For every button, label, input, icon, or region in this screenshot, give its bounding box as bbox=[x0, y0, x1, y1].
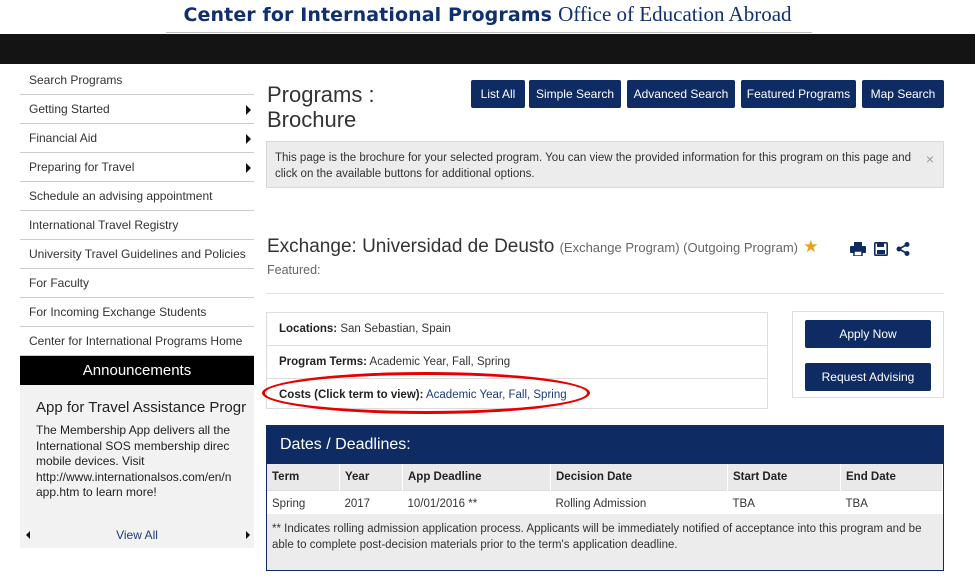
chevron-right-icon bbox=[246, 163, 251, 173]
program-types: (Exchange Program) (Outgoing Program) bbox=[559, 240, 799, 255]
column-header: Start Date bbox=[727, 464, 841, 491]
action-box: Apply Now Request Advising bbox=[792, 311, 944, 398]
sidebar-item-international-travel-registry[interactable]: International Travel Registry bbox=[20, 211, 254, 240]
next-arrow-icon[interactable] bbox=[246, 531, 250, 539]
simple-search-button[interactable]: Simple Search bbox=[529, 80, 621, 108]
program-info-box: Locations: San Sebastian, Spain Program … bbox=[266, 312, 768, 409]
locations-label: Locations: bbox=[279, 323, 338, 335]
dates-footnote: ** Indicates rolling admission applicati… bbox=[267, 514, 943, 570]
cost-link-academic-year[interactable]: Academic Year bbox=[426, 389, 502, 401]
sidebar-item-label: Search Programs bbox=[29, 73, 123, 87]
sidebar-item-center-for-international-programs-home[interactable]: Center for International Programs Home bbox=[20, 327, 254, 356]
announcement-pager: View All bbox=[20, 523, 254, 548]
sidebar-item-label: For Incoming Exchange Students bbox=[29, 305, 207, 319]
site-brand[interactable]: Center for International Programs Office … bbox=[0, 2, 975, 27]
list-all-button[interactable]: List All bbox=[471, 80, 525, 108]
column-header: End Date bbox=[840, 464, 943, 491]
column-header: Term bbox=[267, 464, 340, 491]
featured-programs-button[interactable]: Featured Programs bbox=[741, 80, 856, 108]
sidebar-item-financial-aid[interactable]: Financial Aid bbox=[20, 124, 254, 153]
top-nav-bar bbox=[0, 34, 975, 64]
star-icon: ★ bbox=[803, 237, 819, 256]
column-header: Decision Date bbox=[550, 464, 728, 491]
program-title: Exchange: Universidad de Deusto (Exchang… bbox=[267, 236, 819, 258]
cost-link-fall[interactable]: Fall bbox=[508, 389, 527, 401]
map-search-button[interactable]: Map Search bbox=[862, 80, 944, 108]
costs-row: Costs (Click term to view): Academic Yea… bbox=[279, 389, 567, 401]
request-advising-button[interactable]: Request Advising bbox=[805, 363, 931, 391]
sidebar-item-label: Center for International Programs Home bbox=[29, 334, 243, 348]
sidebar-item-schedule-an-advising-appointment[interactable]: Schedule an advising appointment bbox=[20, 182, 254, 211]
sidebar-item-for-incoming-exchange-students[interactable]: For Incoming Exchange Students bbox=[20, 298, 254, 327]
sidebar-item-for-faculty[interactable]: For Faculty bbox=[20, 269, 254, 298]
print-icon[interactable] bbox=[850, 242, 866, 256]
sidebar: Search Programs Getting Started Financial … bbox=[20, 66, 254, 548]
announcements-heading: Announcements bbox=[20, 356, 254, 385]
share-icon[interactable] bbox=[896, 242, 910, 256]
sidebar-item-label: Schedule an advising appointment bbox=[29, 189, 213, 203]
sidebar-item-label: Preparing for Travel bbox=[29, 160, 135, 174]
notice-text: This page is the brochure for your selec… bbox=[275, 152, 912, 180]
advanced-search-button[interactable]: Advanced Search bbox=[627, 80, 735, 108]
page-title: Programs : Brochure bbox=[267, 82, 375, 132]
costs-label: Costs (Click term to view): bbox=[279, 389, 424, 401]
dates-heading: Dates / Deadlines: bbox=[267, 426, 943, 464]
sidebar-item-university-travel-guidelines-and-policies[interactable]: University Travel Guidelines and Policie… bbox=[20, 240, 254, 269]
site-header: Center for International Programs Office … bbox=[0, 0, 975, 34]
sidebar-item-getting-started[interactable]: Getting Started bbox=[20, 95, 254, 124]
terms-value: Academic Year, Fall, Spring bbox=[369, 356, 511, 368]
sidebar-item-label: Financial Aid bbox=[29, 131, 98, 145]
announcement-body: The Membership App delivers all the Inte… bbox=[36, 423, 232, 499]
brand-office: Office of Education Abroad bbox=[558, 2, 792, 26]
program-name: Exchange: Universidad de Deusto bbox=[267, 236, 555, 257]
table-header-row: Term Year App Deadline Decision Date Sta… bbox=[267, 464, 943, 491]
header-divider bbox=[166, 32, 812, 33]
featured-label: Featured: bbox=[267, 263, 321, 277]
info-notice: This page is the brochure for your selec… bbox=[266, 141, 944, 188]
cost-link-spring[interactable]: Spring bbox=[533, 389, 566, 401]
column-header: Year bbox=[339, 464, 403, 491]
sidebar-item-search-programs[interactable]: Search Programs bbox=[20, 66, 254, 95]
locations-value: San Sebastian, Spain bbox=[340, 323, 451, 335]
announcement-title[interactable]: App for Travel Assistance Progr bbox=[36, 399, 246, 416]
sidebar-item-label: Getting Started bbox=[29, 102, 110, 116]
sidebar-item-label: University Travel Guidelines and Policie… bbox=[29, 247, 246, 261]
view-all-link[interactable]: View All bbox=[20, 528, 254, 542]
sidebar-item-label: For Faculty bbox=[29, 276, 90, 290]
locations-row: Locations: San Sebastian, Spain bbox=[267, 313, 767, 346]
sidebar-item-preparing-for-travel[interactable]: Preparing for Travel bbox=[20, 153, 254, 182]
divider bbox=[266, 293, 944, 294]
column-header: App Deadline bbox=[402, 464, 551, 491]
sidebar-item-label: International Travel Registry bbox=[29, 218, 179, 232]
dates-table: Term Year App Deadline Decision Date Sta… bbox=[267, 464, 943, 517]
save-icon[interactable] bbox=[874, 242, 888, 256]
chevron-right-icon bbox=[246, 105, 251, 115]
brand-name: Center for International Programs bbox=[183, 4, 553, 26]
close-icon[interactable]: × bbox=[926, 151, 934, 167]
announcement-panel: App for Travel Assistance Progr The Memb… bbox=[20, 385, 254, 523]
terms-row: Program Terms: Academic Year, Fall, Spri… bbox=[267, 346, 767, 379]
chevron-right-icon bbox=[246, 134, 251, 144]
dates-deadlines-panel: Dates / Deadlines: Term Year App Deadlin… bbox=[266, 425, 944, 571]
apply-now-button[interactable]: Apply Now bbox=[805, 320, 931, 348]
terms-label: Program Terms: bbox=[279, 356, 367, 368]
